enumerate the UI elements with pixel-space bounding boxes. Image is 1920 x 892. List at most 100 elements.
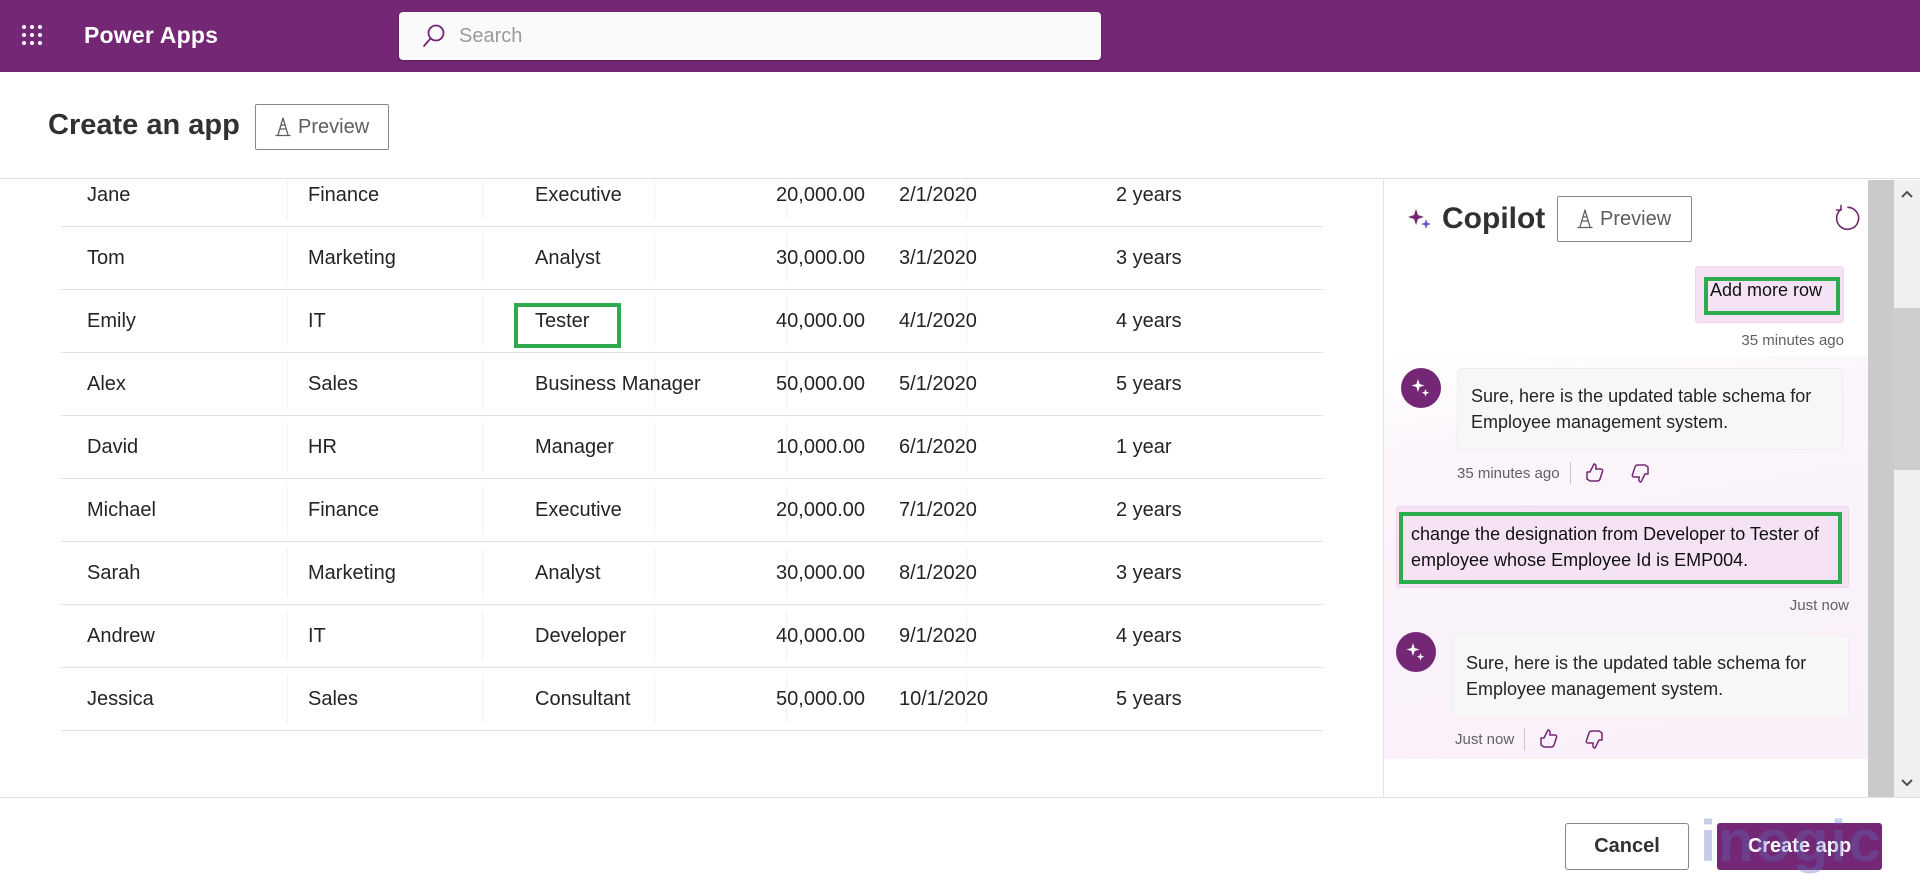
create-app-button[interactable]: Create app — [1717, 823, 1882, 870]
scroll-up-arrow-icon[interactable] — [1894, 184, 1920, 204]
cell-date[interactable]: 4/1/2020 — [899, 290, 977, 353]
cell-name[interactable]: David — [87, 416, 138, 479]
cell-name[interactable]: Jane — [87, 180, 130, 227]
cell-date[interactable]: 6/1/2020 — [899, 416, 977, 479]
copilot-message: Sure, here is the updated table schema f… — [1452, 635, 1849, 717]
cell-experience[interactable]: 2 years — [1116, 479, 1182, 542]
column-divider — [287, 233, 288, 283]
preview-label: Preview — [298, 115, 370, 138]
cell-experience[interactable]: 4 years — [1116, 605, 1182, 668]
cell-experience[interactable]: 3 years — [1116, 542, 1182, 605]
cell-designation[interactable]: Analyst — [535, 227, 601, 290]
column-divider — [482, 296, 483, 346]
cell-salary[interactable]: 30,000.00 — [701, 542, 865, 605]
table-row[interactable]: Emily IT Tester 40,000.00 4/1/2020 4 years — [61, 290, 1323, 353]
cell-experience[interactable]: 4 years — [1116, 290, 1182, 353]
cell-experience[interactable]: 1 year — [1116, 416, 1172, 479]
column-divider — [287, 485, 288, 535]
cancel-button[interactable]: Cancel — [1565, 823, 1689, 870]
cell-name[interactable]: Jessica — [87, 668, 154, 731]
thumbs-down-icon[interactable] — [1630, 462, 1652, 484]
refresh-icon[interactable] — [1832, 204, 1860, 232]
cell-department[interactable]: IT — [308, 290, 326, 353]
copilot-sparkle-icon — [1408, 209, 1431, 229]
cell-date[interactable]: 2/1/2020 — [899, 180, 977, 227]
scroll-down-arrow-icon[interactable] — [1894, 773, 1920, 793]
cell-department[interactable]: Sales — [308, 353, 358, 416]
table-row[interactable]: Jessica Sales Consultant 50,000.00 10/1/2020… — [61, 668, 1323, 731]
table-row[interactable]: David HR Manager 10,000.00 6/1/2020 1 year — [61, 416, 1323, 479]
message-timestamp: 35 minutes ago — [1457, 464, 1560, 482]
cell-designation[interactable]: Developer — [535, 605, 626, 668]
cell-date[interactable]: 5/1/2020 — [899, 353, 977, 416]
table-row[interactable]: Alex Sales Business Manager 50,000.00 5/1/20… — [61, 353, 1323, 416]
cell-department[interactable]: Marketing — [308, 542, 396, 605]
cell-salary[interactable]: 30,000.00 — [701, 227, 865, 290]
cell-experience[interactable]: 3 years — [1116, 227, 1182, 290]
cell-designation[interactable]: Business Manager — [535, 353, 701, 416]
cell-date[interactable]: 7/1/2020 — [899, 479, 977, 542]
column-divider — [482, 548, 483, 598]
table-row[interactable]: Sarah Marketing Analyst 30,000.00 8/1/2020 3 … — [61, 542, 1323, 605]
column-divider — [287, 180, 288, 220]
search-input[interactable] — [459, 24, 1101, 48]
column-divider — [287, 296, 288, 346]
cell-salary[interactable]: 20,000.00 — [701, 479, 865, 542]
page-header: Create an app Preview — [0, 72, 1920, 179]
thumbs-down-icon[interactable] — [1584, 728, 1606, 750]
copilot-panel: Copilot Preview Add more row 35 minutes … — [1383, 180, 1868, 797]
divider — [1524, 728, 1526, 750]
column-divider — [482, 485, 483, 535]
cell-designation[interactable]: Manager — [535, 416, 614, 479]
cell-experience[interactable]: 2 years — [1116, 180, 1182, 227]
cell-name[interactable]: Tom — [87, 227, 125, 290]
message-feedback: 35 minutes ago — [1457, 462, 1652, 484]
user-message-text: change the designation from Developer to… — [1411, 524, 1819, 570]
preview-button[interactable]: Preview — [255, 104, 389, 150]
cell-date[interactable]: 8/1/2020 — [899, 542, 977, 605]
cell-salary[interactable]: 10,000.00 — [701, 416, 865, 479]
column-divider — [482, 180, 483, 220]
cell-name[interactable]: Michael — [87, 479, 156, 542]
cell-experience[interactable]: 5 years — [1116, 353, 1182, 416]
table-body: Jane Finance Executive 20,000.00 2/1/2020 2 y… — [61, 180, 1323, 731]
scrollbar-thumb[interactable] — [1894, 308, 1920, 470]
copilot-preview-button[interactable]: Preview — [1557, 196, 1692, 242]
cell-designation[interactable]: Executive — [535, 479, 622, 542]
cell-department[interactable]: Sales — [308, 668, 358, 731]
cell-name[interactable]: Sarah — [87, 542, 140, 605]
cell-designation[interactable]: Consultant — [535, 668, 631, 731]
cell-name[interactable]: Alex — [87, 353, 126, 416]
table-row[interactable]: Jane Finance Executive 20,000.00 2/1/2020 2 y… — [61, 180, 1323, 227]
search-icon — [423, 24, 445, 47]
cell-date[interactable]: 10/1/2020 — [899, 668, 988, 731]
cell-department[interactable]: Finance — [308, 479, 379, 542]
cell-salary[interactable]: 40,000.00 — [701, 605, 865, 668]
cell-designation[interactable]: Tester — [535, 290, 589, 353]
cell-salary[interactable]: 50,000.00 — [701, 668, 865, 731]
cell-designation[interactable]: Analyst — [535, 542, 601, 605]
cell-department[interactable]: HR — [308, 416, 337, 479]
cell-department[interactable]: IT — [308, 605, 326, 668]
page-title: Create an app — [48, 109, 240, 141]
table-row[interactable]: Tom Marketing Analyst 30,000.00 3/1/2020 3 ye… — [61, 227, 1323, 290]
vertical-scrollbar[interactable] — [1894, 180, 1920, 797]
cell-name[interactable]: Emily — [87, 290, 136, 353]
table-row[interactable]: Michael Finance Executive 20,000.00 7/1/2020… — [61, 479, 1323, 542]
thumbs-up-icon[interactable] — [1537, 728, 1559, 750]
search-box[interactable] — [399, 12, 1101, 60]
cell-date[interactable]: 3/1/2020 — [899, 227, 977, 290]
cell-department[interactable]: Finance — [308, 180, 379, 227]
cell-salary[interactable]: 20,000.00 — [701, 180, 865, 227]
table-row[interactable]: Andrew IT Developer 40,000.00 9/1/2020 4 year… — [61, 605, 1323, 668]
cell-salary[interactable]: 40,000.00 — [701, 290, 865, 353]
cell-department[interactable]: Marketing — [308, 227, 396, 290]
cell-date[interactable]: 9/1/2020 — [899, 605, 977, 668]
column-divider — [287, 359, 288, 409]
cell-experience[interactable]: 5 years — [1116, 668, 1182, 731]
thumbs-up-icon[interactable] — [1583, 462, 1605, 484]
cell-designation[interactable]: Executive — [535, 180, 622, 227]
cell-salary[interactable]: 50,000.00 — [701, 353, 865, 416]
app-launcher-icon[interactable] — [22, 25, 46, 47]
cell-name[interactable]: Andrew — [87, 605, 155, 668]
